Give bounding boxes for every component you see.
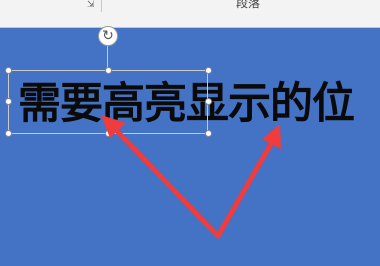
arrow-left	[101, 115, 221, 239]
arrow-right	[215, 124, 281, 239]
annotation-arrows	[101, 115, 281, 239]
